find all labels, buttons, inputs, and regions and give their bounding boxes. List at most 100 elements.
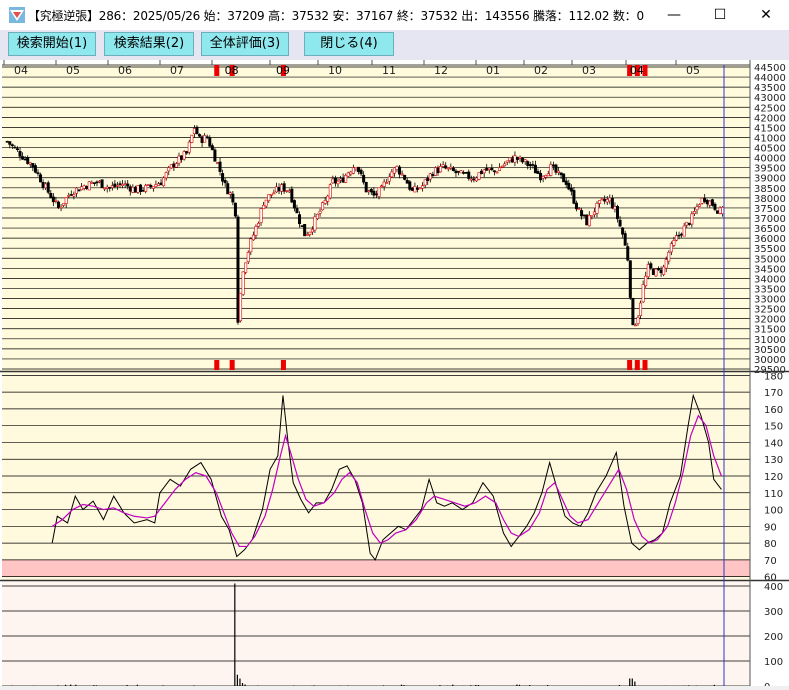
candle-body xyxy=(629,261,631,298)
candle-body xyxy=(103,188,105,189)
candle-body xyxy=(52,197,54,202)
candle-body xyxy=(183,152,185,159)
candle-body xyxy=(557,171,559,173)
minimize-button[interactable]: — xyxy=(651,0,697,30)
candle-body xyxy=(527,161,529,165)
candle-body xyxy=(596,203,598,213)
candle-body xyxy=(111,186,113,188)
x-tick-label: 10 xyxy=(328,64,342,77)
candle-body xyxy=(493,171,495,172)
candle-body xyxy=(434,168,436,176)
close-window-button[interactable]: ✕ xyxy=(743,0,789,30)
oscillator-tick-label: 80 xyxy=(764,539,777,550)
candle-body xyxy=(491,168,493,170)
candle-body xyxy=(188,142,190,152)
candle-body xyxy=(175,164,177,168)
oscillator-tick-label: 180 xyxy=(764,371,783,382)
candle-body xyxy=(401,174,403,175)
search-start-button[interactable]: 検索開始(1) xyxy=(8,32,96,56)
price-tick-label: 30000 xyxy=(754,355,786,366)
candle-body xyxy=(514,156,516,163)
signal-month-label: 04 xyxy=(630,64,644,77)
candle-body xyxy=(465,172,467,173)
candle-body xyxy=(55,200,57,201)
maximize-button[interactable]: ☐ xyxy=(697,0,743,30)
volume-tick-label: 100 xyxy=(764,657,783,668)
candle-body xyxy=(516,157,518,159)
close-dialog-button[interactable]: 閉じる(4) xyxy=(304,32,394,56)
volume-bar xyxy=(634,682,635,687)
candle-body xyxy=(101,180,103,188)
candle-body xyxy=(570,188,572,191)
candle-body xyxy=(716,211,718,214)
overall-eval-button[interactable]: 全体評価(3) xyxy=(201,32,289,56)
candle-body xyxy=(57,202,59,207)
candle-body xyxy=(247,252,249,261)
candle-body xyxy=(291,189,293,202)
candle-body xyxy=(383,182,385,187)
candle-body xyxy=(675,236,677,241)
candle-body xyxy=(391,172,393,177)
candle-body xyxy=(170,165,172,168)
x-tick-label: 04 xyxy=(14,64,28,77)
price-tick-label: 39000 xyxy=(754,174,786,185)
candle-body xyxy=(144,185,146,191)
candle-body xyxy=(468,172,470,179)
candle-body xyxy=(706,200,708,204)
oscillator-tick-label: 70 xyxy=(764,556,777,567)
candle-body xyxy=(16,149,18,150)
candle-body xyxy=(93,183,95,184)
candle-body xyxy=(711,200,713,206)
x-tick-label: 05 xyxy=(686,64,700,77)
candle-body xyxy=(132,187,134,192)
search-results-button[interactable]: 検索結果(2) xyxy=(104,32,194,56)
candle-body xyxy=(68,195,70,196)
candle-body xyxy=(619,220,621,226)
candle-body xyxy=(106,187,108,188)
candle-body xyxy=(209,138,211,146)
candle-body xyxy=(78,190,80,191)
candle-body xyxy=(39,175,41,182)
candle-body xyxy=(178,156,180,163)
price-tick-label: 33000 xyxy=(754,295,786,306)
candle-body xyxy=(370,189,372,192)
price-tick-label: 43000 xyxy=(754,93,786,104)
candle-body xyxy=(488,169,490,170)
candle-body xyxy=(262,205,264,209)
candle-body xyxy=(560,173,562,175)
candle-body xyxy=(693,211,695,213)
candle-body xyxy=(201,137,203,143)
x-tick-label: 05 xyxy=(66,64,80,77)
oscillator-tick-label: 120 xyxy=(764,472,783,483)
candle-body xyxy=(562,174,564,182)
volume-tick-label: 0 xyxy=(764,682,770,686)
price-tick-label: 40000 xyxy=(754,154,786,165)
candle-body xyxy=(150,185,152,186)
candle-body xyxy=(306,234,308,235)
candle-body xyxy=(396,166,398,169)
price-tick-label: 36500 xyxy=(754,224,786,235)
candle-body xyxy=(44,184,46,188)
signal-month-label: 08 xyxy=(225,64,239,77)
candle-body xyxy=(11,145,13,146)
candle-body xyxy=(224,180,226,183)
candle-body xyxy=(196,127,198,134)
x-tick-label: 07 xyxy=(170,64,184,77)
oscillator-tick-label: 140 xyxy=(764,438,783,449)
close-icon: ✕ xyxy=(760,7,772,23)
candle-body xyxy=(480,171,482,174)
candle-body xyxy=(529,164,531,165)
candle-body xyxy=(519,157,521,158)
volume-bar xyxy=(237,675,238,686)
candle-body xyxy=(109,187,111,188)
price-tick-label: 34500 xyxy=(754,264,786,275)
candle-body xyxy=(221,173,223,181)
candle-body xyxy=(229,193,231,195)
candle-body xyxy=(21,157,23,160)
candle-body xyxy=(475,178,477,181)
candle-body xyxy=(444,166,446,168)
candle-body xyxy=(216,163,218,164)
candle-body xyxy=(575,203,577,209)
candle-body xyxy=(524,160,526,162)
candle-body xyxy=(244,263,246,273)
